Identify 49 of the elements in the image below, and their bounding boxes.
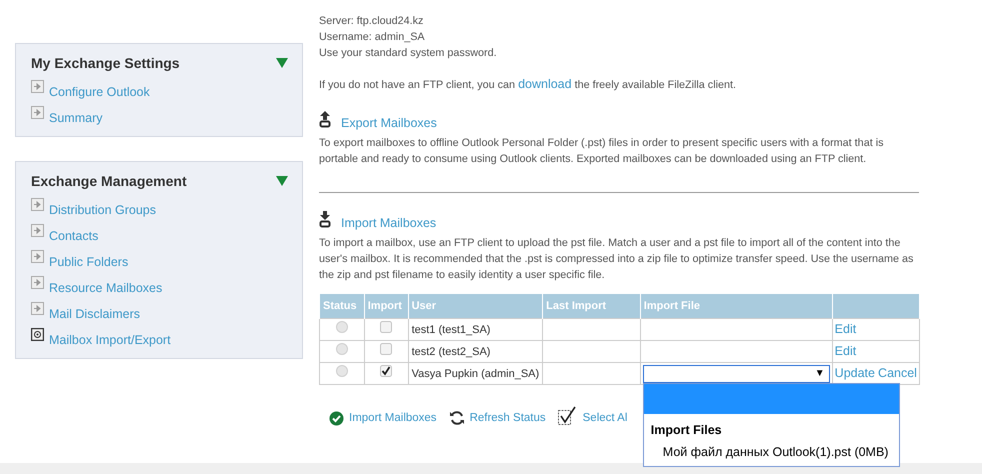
column-header: Import File	[640, 294, 832, 318]
checklist-icon	[558, 406, 578, 426]
ftp-info-line: Use your standard system password.	[319, 46, 498, 61]
section-link[interactable]: Export Mailboxes	[341, 115, 437, 131]
user-cell: test1 (test1_SA)	[408, 318, 543, 340]
row-action-link[interactable]: Update	[834, 366, 875, 380]
column-header: Last Import	[542, 294, 640, 318]
dropdown-option[interactable]: Мой файл данных Outlook(1).pst (0MB)	[644, 438, 899, 466]
option-group-label: Import Files	[650, 422, 723, 438]
status-dot-icon	[336, 365, 348, 377]
row-action-link[interactable]: Cancel	[878, 366, 917, 380]
status-dot-icon	[336, 321, 348, 333]
sidebar-link[interactable]: Mail Disclaimers	[49, 307, 140, 321]
sidebar-link[interactable]: Resource Mailboxes	[49, 281, 162, 295]
check-circle-icon	[329, 411, 344, 426]
sidebar-link[interactable]: Distribution Groups	[49, 203, 156, 217]
column-header: User	[408, 294, 543, 318]
import-checkbox[interactable]	[380, 321, 392, 333]
sidebar-link[interactable]: Mailbox Import/Export	[49, 333, 171, 347]
panel-title: Exchange Management	[31, 173, 187, 189]
action-link[interactable]: Select Al	[582, 410, 628, 426]
action-link[interactable]: Import Mailboxes	[349, 410, 437, 426]
row-action-link[interactable]: Edit	[834, 344, 856, 358]
collapse-triangle-icon[interactable]	[276, 58, 288, 68]
user-cell: Vasya Pupkin (admin_SA)	[408, 362, 543, 384]
section-description: To import a mailbox, use an FTP client to upload the pst file. Match a user and a pst file to import all of the content into the user's mailbox. It is recommended that the .pst is compressed into a zip file to optimize transfer speed. Use the username as the zip and pst filename to easily identity a user specific file.	[319, 236, 914, 283]
sidebar-link[interactable]: Public Folders	[49, 255, 128, 269]
sidebar-link[interactable]: Contacts	[49, 229, 98, 243]
download-note: If you do not have an FTP client, you can download the freely available FileZilla client.	[319, 76, 738, 93]
ftp-info-line: Username: admin_SA	[319, 30, 426, 45]
section-description: To export mailboxes to offline Outlook Personal Folder (.pst) files in order to present specific users with a format that is portable and ready to consume using Outlook clients. Exported mailboxes can be downloaded using an FTP client.	[319, 136, 884, 167]
ftp-info-line: Server: ftp.cloud24.kz	[319, 14, 424, 29]
refresh-icon	[448, 410, 465, 426]
import-checkbox[interactable]	[380, 365, 392, 377]
import-checkbox[interactable]	[380, 343, 392, 355]
collapse-triangle-icon[interactable]	[276, 176, 288, 186]
status-dot-icon	[336, 343, 348, 355]
row-action-link[interactable]: Edit	[834, 322, 856, 336]
action-link[interactable]: Refresh Status	[470, 410, 546, 426]
column-header: Status	[320, 294, 364, 318]
sidebar-link[interactable]: Configure Outlook	[49, 85, 150, 99]
user-cell: test2 (test2_SA)	[408, 340, 543, 362]
column-header: Import	[364, 294, 408, 318]
upload-tray-icon	[319, 111, 331, 128]
sidebar-link[interactable]: Summary	[49, 111, 102, 125]
download-tray-icon	[319, 211, 331, 228]
section-link[interactable]: Import Mailboxes	[341, 215, 436, 231]
panel-title: My Exchange Settings	[31, 55, 180, 71]
download-link[interactable]: download	[518, 77, 572, 91]
